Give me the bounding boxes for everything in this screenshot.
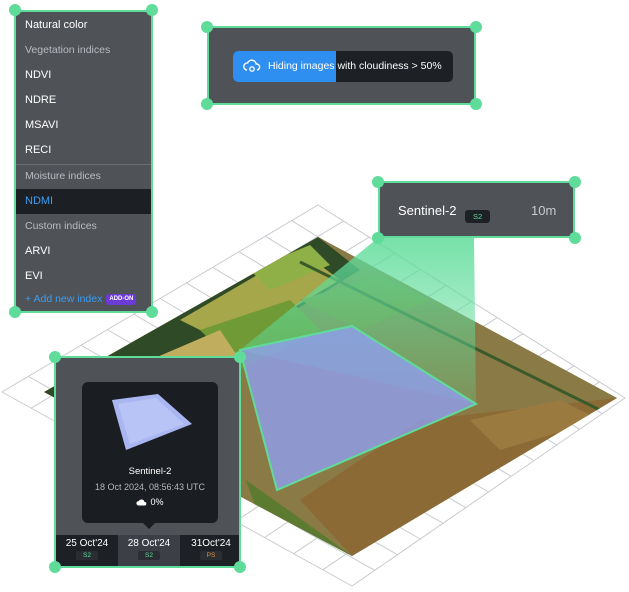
date-item-28oct[interactable]: 28 Oct'24 S2 — [118, 535, 180, 566]
handle[interactable] — [201, 21, 213, 33]
date-strip: 25 Oct'24 S2 28 Oct'24 S2 31Oct'24 PS — [56, 535, 239, 566]
menu-item-ndmi[interactable]: NDMI — [16, 189, 151, 214]
handle[interactable] — [49, 561, 61, 573]
handle[interactable] — [234, 561, 246, 573]
handle[interactable] — [569, 232, 581, 244]
cloud-notice-highlight: Hiding images — [268, 60, 335, 72]
source-badge: S2 — [138, 551, 160, 560]
handle[interactable] — [9, 306, 21, 318]
menu-group-custom: Custom indices — [25, 220, 97, 232]
cloud-notice-text: Hiding images with cloudiness > 50% — [268, 51, 442, 82]
preview-satellite: Sentinel-2 — [128, 466, 172, 477]
handle[interactable] — [49, 351, 61, 363]
image-preview-tooltip: Sentinel-2 18 Oct 2024, 08:56:43 UTC 0% — [82, 382, 218, 529]
cloud-notice-rest: with cloudiness > 50% — [334, 60, 442, 72]
source-badge: S2 — [76, 551, 98, 560]
resolution-label: 10m — [531, 203, 557, 218]
handle[interactable] — [470, 21, 482, 33]
cloud-settings-icon — [243, 59, 261, 72]
handle[interactable] — [470, 98, 482, 110]
handle[interactable] — [146, 306, 158, 318]
menu-item-ndre[interactable]: NDRE — [16, 88, 151, 113]
menu-item-reci[interactable]: RECI — [16, 138, 151, 163]
cloud-filter-notice[interactable]: Hiding images with cloudiness > 50% — [233, 51, 453, 82]
handle[interactable] — [9, 4, 21, 16]
handle[interactable] — [569, 176, 581, 188]
source-badge: PS — [199, 551, 223, 560]
sentinel-source-panel: Sentinel-2 S2 10m — [378, 181, 575, 238]
date-item-25oct[interactable]: 25 Oct'24 S2 — [56, 535, 118, 566]
preview-cloudiness: 0% — [82, 497, 218, 507]
cloudiness-value: 0% — [150, 497, 164, 507]
date-item-31oct[interactable]: 31Oct'24 PS — [180, 535, 242, 566]
date-label: 31Oct'24 — [191, 538, 231, 549]
menu-item-arvi[interactable]: ARVI — [16, 239, 151, 264]
date-label: 28 Oct'24 — [127, 538, 171, 549]
index-menu: Natural color Vegetation indices NDVI ND… — [14, 10, 153, 313]
menu-item-natural-color[interactable]: Natural color — [16, 13, 151, 38]
preview-datetime: 18 Oct 2024, 08:56:43 UTC — [94, 482, 206, 492]
handle[interactable] — [146, 4, 158, 16]
menu-item-evi[interactable]: EVI — [16, 264, 151, 289]
menu-group-vegetation: Vegetation indices — [25, 44, 111, 56]
tooltip-arrow — [143, 523, 155, 529]
date-picker-panel: Sentinel-2 18 Oct 2024, 08:56:43 UTC 0% … — [54, 356, 241, 568]
add-new-index-button[interactable]: + Add new index ADD-ON — [16, 287, 151, 312]
handle[interactable] — [201, 98, 213, 110]
menu-item-msavi[interactable]: MSAVI — [16, 113, 151, 138]
satellite-badge-wrap: S2 — [465, 206, 491, 224]
date-label: 25 Oct'24 — [65, 538, 109, 549]
satellite-badge: S2 — [465, 210, 491, 223]
cloud-icon — [136, 499, 147, 506]
addon-badge: ADD-ON — [106, 293, 137, 305]
handle[interactable] — [372, 232, 384, 244]
cloud-filter-panel: Hiding images with cloudiness > 50% — [207, 26, 476, 105]
preview-thumbnail — [112, 394, 192, 450]
handle[interactable] — [234, 351, 246, 363]
handle[interactable] — [372, 176, 384, 188]
menu-item-ndvi[interactable]: NDVI — [16, 63, 151, 88]
satellite-name: Sentinel-2 — [398, 203, 457, 218]
menu-group-moisture: Moisture indices — [25, 170, 101, 182]
add-new-index-label: + Add new index — [25, 293, 103, 305]
